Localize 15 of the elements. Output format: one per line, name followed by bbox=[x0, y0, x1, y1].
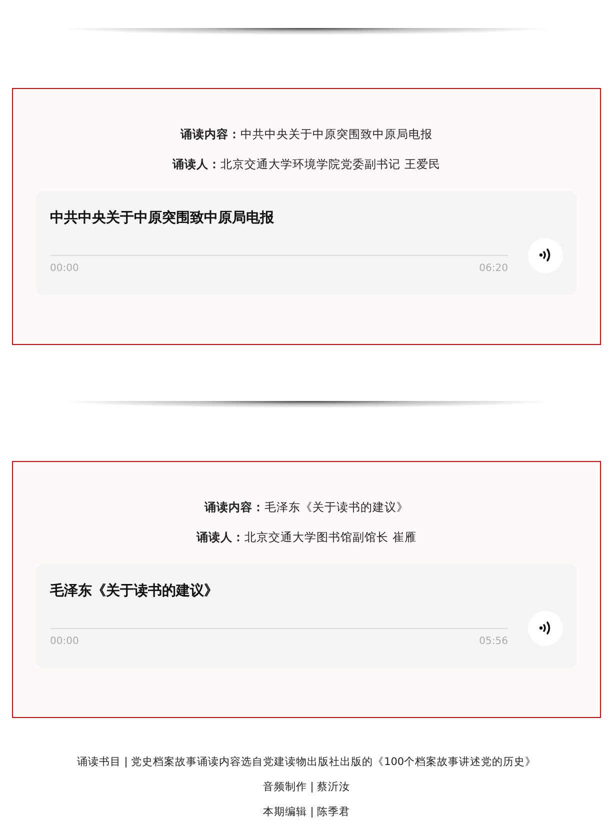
audio-title: 中共中央关于中原突围致中原局电报 bbox=[50, 209, 275, 227]
audio-play-button[interactable] bbox=[528, 238, 563, 272]
audio-play-button[interactable] bbox=[528, 610, 563, 646]
current-time: 00:00 bbox=[50, 263, 79, 274]
duration-time: 05:56 bbox=[479, 636, 508, 647]
footer-line: 音频制作 | 蔡沂汝 bbox=[262, 780, 352, 795]
duration-time: 06:20 bbox=[479, 263, 508, 274]
audio-title: 毛泽东《关于读书的建议》 bbox=[50, 582, 219, 600]
reader-line: 诵读人：北京交通大学环境学院党委副书记 王爱民 bbox=[171, 156, 442, 173]
reader-line: 诵读人：北京交通大学图书馆副馆长 崔雁 bbox=[195, 529, 418, 546]
content-line: 诵读内容：毛泽东《关于读书的建议》 bbox=[203, 499, 410, 516]
footer-line: 诵读书目 | 党史档案故事诵读内容选自党建读物出版社出版的《100个档案故事讲述党的历史》 bbox=[76, 755, 538, 770]
footer-line: 本期编辑 | 陈季君 bbox=[262, 805, 352, 820]
current-time: 00:00 bbox=[50, 636, 79, 647]
content-line: 诵读内容：中共中央关于中原突围致中原局电报 bbox=[179, 126, 434, 143]
